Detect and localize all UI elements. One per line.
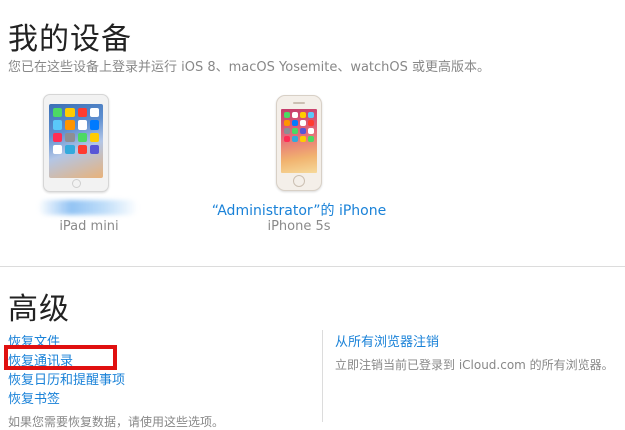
highlight-box [4, 345, 117, 370]
device-model: iPad mini [59, 219, 119, 234]
device-model: iPhone 5s [267, 219, 331, 234]
signout-all-browsers-link[interactable]: 从所有浏览器注销 [335, 331, 439, 350]
restore-note: 如果您需要恢复数据，请使用这些选项。 [8, 415, 225, 429]
iphone-image [276, 95, 322, 191]
section-divider [0, 266, 625, 267]
ipad-image [43, 94, 109, 192]
device-name-redacted [38, 200, 138, 215]
column-divider [322, 330, 323, 422]
device-iphone[interactable]: “Administrator”的 iPhone iPhone 5s [204, 92, 394, 242]
restore-calendars-link[interactable]: 恢复日历和提醒事项 [8, 369, 125, 388]
signout-description: 立即注销当前已登录到 iCloud.com 的所有浏览器。 [335, 358, 614, 372]
restore-bookmarks-link[interactable]: 恢复书签 [8, 388, 60, 407]
advanced-title: 高级 [8, 292, 70, 327]
device-ipad[interactable]: iPad mini [24, 92, 154, 242]
device-name[interactable]: “Administrator”的 iPhone [184, 200, 414, 220]
devices-subtitle: 您已在这些设备上登录并运行 iOS 8、macOS Yosemite、watch… [8, 60, 491, 75]
devices-title: 我的设备 [8, 22, 132, 57]
